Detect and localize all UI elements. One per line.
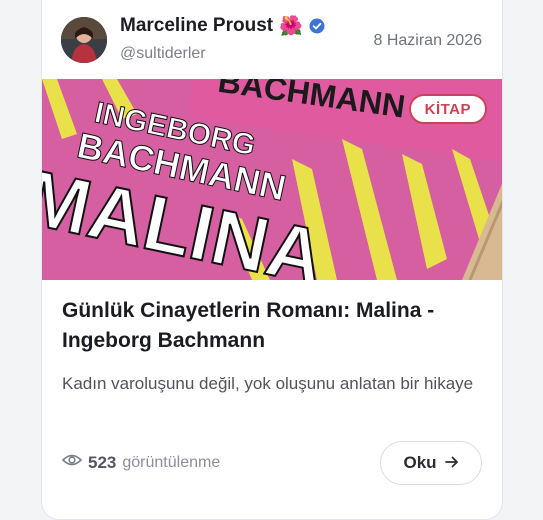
author-handle[interactable]: @sultiderler xyxy=(120,45,206,63)
views-count: 523 xyxy=(88,452,117,472)
author-avatar[interactable] xyxy=(61,17,107,63)
post-date: 8 Haziran 2026 xyxy=(373,32,482,49)
category-badge[interactable]: KİTAP xyxy=(408,94,487,124)
verified-check-icon xyxy=(309,18,325,34)
post-title[interactable]: Günlük Cinayetlerin Romanı: Malina - Ing… xyxy=(62,296,492,356)
author-name[interactable]: Marceline Proust xyxy=(120,15,273,37)
post-excerpt: Kadın varoluşunu değil, yok oluşunu anla… xyxy=(62,374,474,393)
author-emoji: 🌺 xyxy=(279,16,303,37)
view-stats: 523 görüntülenme xyxy=(61,452,221,473)
post-header: Marceline Proust 🌺 @sultiderler 8 Hazira… xyxy=(42,0,502,79)
eye-icon xyxy=(61,452,83,473)
read-button[interactable]: Oku xyxy=(380,441,482,485)
author-name-row[interactable]: Marceline Proust 🌺 xyxy=(120,14,325,38)
views-label: görüntülenme xyxy=(122,453,221,471)
read-button-label: Oku xyxy=(403,453,437,472)
arrow-right-icon xyxy=(444,453,459,473)
post-card[interactable]: Marceline Proust 🌺 @sultiderler 8 Hazira… xyxy=(41,0,503,520)
